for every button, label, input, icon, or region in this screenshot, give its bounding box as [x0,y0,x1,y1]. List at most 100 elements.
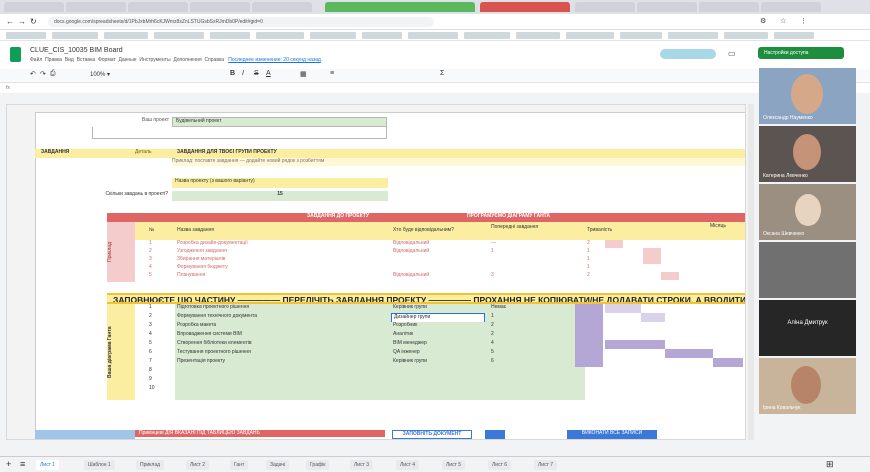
menu-item-file[interactable]: Файл [30,57,42,63]
sheet-tab[interactable]: Гант [230,460,249,470]
menu-item-addons[interactable]: Дополнения [173,57,201,63]
vertical-scrollbar[interactable] [748,104,754,440]
sheet-tab[interactable]: Шаблон 1 [84,460,115,470]
browser-tab[interactable] [575,2,635,12]
bold-icon[interactable]: B [230,70,235,77]
sheet-tab[interactable]: Лист 6 [488,460,512,470]
bookmark[interactable] [256,32,304,39]
bookmark[interactable] [516,32,560,39]
table-row[interactable]: 9 [135,376,745,385]
undo-icon[interactable]: ↶ [30,70,36,78]
italic-icon[interactable]: I [242,70,244,77]
browser-tab[interactable] [252,2,312,12]
doc-title[interactable]: CLUE_CIS_10035 BIM Board [30,47,123,54]
share-button[interactable]: Настройки доступа [758,47,844,59]
menu-item-insert[interactable]: Вставка [77,57,96,63]
print-icon[interactable]: ⎙ [50,70,56,78]
table-row[interactable]: 6 Тестування проектного рішення QA інжен… [135,349,745,358]
sheet-tab[interactable]: Графік [306,460,330,470]
last-edit-link[interactable]: Последнее изменение: 20 секунд назад [228,57,321,63]
sheets-logo-icon[interactable] [10,47,21,62]
add-sheet-icon[interactable]: + [6,459,11,469]
participant-tile[interactable] [759,242,856,298]
bookmark[interactable] [566,32,614,39]
execute-all-button[interactable]: ВИКОНАТИ ВСЕ ЗАПИСИ [567,430,657,439]
column-headers[interactable] [7,105,745,113]
browser-tab-recording[interactable] [480,2,570,12]
browser-tab[interactable] [4,2,64,12]
bookmark[interactable] [774,32,814,39]
forward-icon[interactable]: → [18,17,26,26]
reload-icon[interactable]: ↻ [30,17,37,26]
participant-tile[interactable]: Аліна Дмитрук [759,300,856,356]
bookmark[interactable] [104,32,148,39]
all-sheets-icon[interactable]: ≡ [20,459,25,469]
strikethrough-icon[interactable]: S [254,70,259,77]
spreadsheet-grid[interactable]: Ваш проект Будівельний проект ЗАВДАННЯ Д… [6,104,746,440]
comment-icon[interactable]: ▭ [728,49,736,58]
browser-tab[interactable] [128,2,188,12]
table-row[interactable]: 10 [135,385,745,394]
participant-tile[interactable]: Олександр Науменко [759,68,856,124]
sheet-tab[interactable]: Приклад [136,460,165,470]
browser-tab[interactable] [637,2,697,12]
browser-tab[interactable] [761,2,821,12]
participant-tile[interactable]: Ірина Ковальчук [759,358,856,414]
browser-tab[interactable] [66,2,126,12]
table-row[interactable]: 8 [135,367,745,376]
menu-item-tools[interactable]: Инструменты [139,57,170,63]
extension-icon[interactable]: ⚙ [760,17,766,25]
participants-icon[interactable] [660,49,716,59]
align-icon[interactable]: ≡ [330,70,334,77]
menu-item-data[interactable]: Данные [119,57,137,63]
bookmark[interactable] [310,32,356,39]
browser-tab-active[interactable] [325,2,475,12]
sheet-tab[interactable]: Задачі [266,460,290,470]
bookmark[interactable] [408,32,458,39]
sheet-tab[interactable]: Лист 3 [350,460,374,470]
table-row[interactable]: 1 Підготовка проектного рішення Керівник… [135,304,745,313]
function-icon[interactable]: Σ [440,70,444,77]
table-row[interactable]: 4 Формування бюджету 1 [135,264,745,272]
table-row[interactable]: 3 Розробка макета Розробник 2 4 [135,322,745,331]
zoom-select[interactable]: 100% ▾ [90,71,110,78]
menu-item-view[interactable]: Вид [65,57,74,63]
text-color-icon[interactable]: A [266,70,271,77]
bookmark[interactable] [154,32,204,39]
participant-tile[interactable]: Оксана Шевченко [759,184,856,240]
sheet-tab[interactable]: Лист 5 [442,460,466,470]
browser-tab[interactable] [699,2,759,12]
browser-tab[interactable] [190,2,250,12]
menu-item-edit[interactable]: Правка [45,57,62,63]
sheet-tab[interactable]: Лист 2 [186,460,210,470]
bookmark[interactable] [620,32,662,39]
table-row[interactable]: 5 Планування Відповідальний 3 2 [135,272,745,280]
sheet-tab-active[interactable]: Лист 1 [36,460,60,470]
star-icon[interactable]: ☆ [780,17,786,25]
table-row[interactable]: 1 Розробка дизайн-документації Відповіда… [135,240,745,248]
sheet-tab[interactable]: Лист 4 [396,460,420,470]
bookmark[interactable] [6,32,46,39]
row-headers[interactable] [7,112,36,439]
bookmark[interactable] [464,32,510,39]
bookmark[interactable] [210,32,250,39]
menu-item-help[interactable]: Справка [204,57,224,63]
owner-dropdown-selected[interactable]: Дизайнер групи [391,313,485,322]
table-row[interactable]: 4 Впровадження системи BIM Аналітик 2 2 [135,331,745,340]
borders-icon[interactable]: ▦ [300,70,307,78]
project-dropdown[interactable]: Будівельний проект [172,117,387,127]
participant-tile[interactable]: Катерина Левченко [759,126,856,182]
bookmark[interactable] [724,32,768,39]
formula-bar[interactable]: fx [0,82,870,93]
menu-item-format[interactable]: Формат [98,57,116,63]
bookmark[interactable] [668,32,718,39]
explore-icon[interactable]: ⊞ [826,459,834,470]
task-count-value[interactable]: 15 [172,191,388,201]
menu-dots-icon[interactable]: ⋮ [800,17,807,25]
bookmark[interactable] [362,32,402,39]
url-input[interactable]: docs.google.com/spreadsheets/d/1PbJxbMrh… [48,17,434,27]
sheet-tab[interactable]: Лист 7 [534,460,558,470]
back-icon[interactable]: ← [6,17,14,26]
bookmark[interactable] [52,32,98,39]
redo-icon[interactable]: ↷ [40,70,46,78]
